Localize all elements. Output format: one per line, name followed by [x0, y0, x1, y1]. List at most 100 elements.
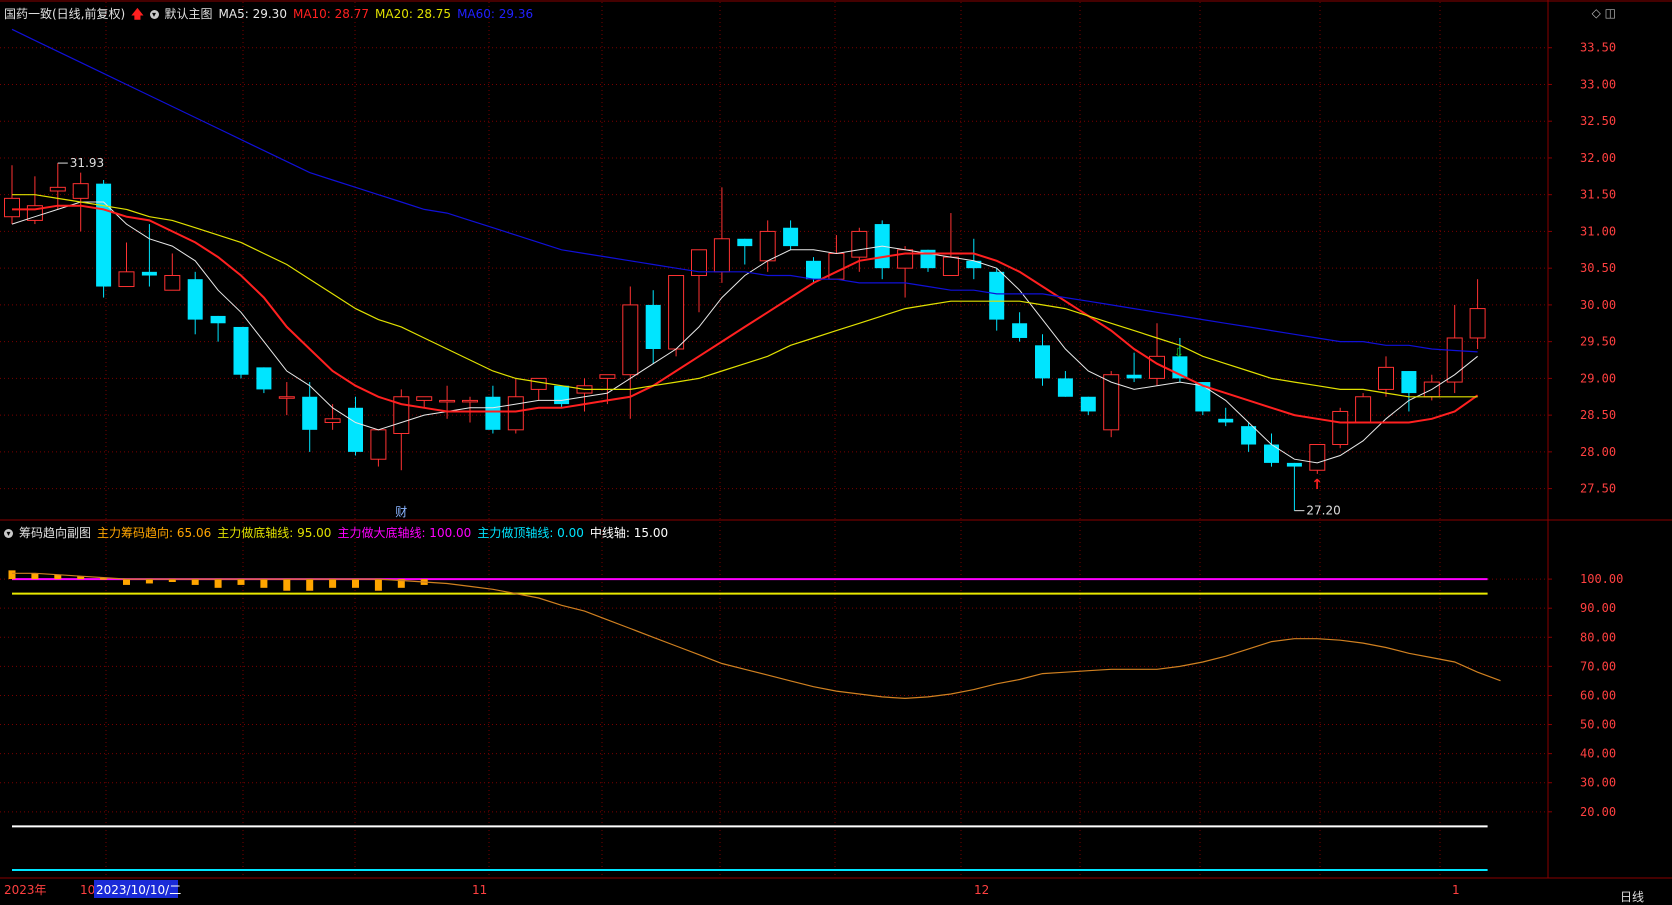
high-price-label: 31.93 — [70, 156, 104, 170]
candle-body — [302, 396, 318, 430]
candle-body — [72, 183, 89, 199]
candle-body — [599, 374, 616, 379]
stock-chart[interactable]: 31.9327.20财⇩↑ 33.5033.0032.5032.0031.503… — [0, 0, 1672, 903]
candle-body — [783, 227, 799, 247]
candle-body — [1241, 426, 1257, 445]
y-tick-label: 27.50 — [1580, 482, 1616, 496]
candle-body — [942, 256, 959, 277]
finance-marker: 财 — [395, 505, 407, 519]
candle-body — [507, 396, 524, 431]
sub-bar — [352, 579, 359, 588]
candle-body — [1264, 444, 1279, 463]
candle-body — [622, 304, 639, 376]
y-tick-label: 50.00 — [1580, 718, 1616, 732]
candle-body — [164, 275, 181, 291]
grid-layer — [0, 0, 1672, 879]
candle-body — [806, 260, 821, 280]
y-tick-label: 60.00 — [1580, 688, 1616, 702]
legend-big-bottom-axis: 主力做大底轴线: 100.00 — [337, 526, 472, 540]
sub-bar — [306, 579, 314, 591]
up-arrow-icon: 🡅 — [131, 7, 144, 21]
y-tick-label: 32.50 — [1580, 114, 1616, 128]
sell-signal-icon: ⇩ — [1174, 345, 1184, 359]
y-tick-label: 28.50 — [1580, 408, 1616, 422]
candle-body — [1286, 462, 1302, 467]
stock-title[interactable]: 国药一致(日线,前复权) — [4, 7, 125, 21]
chart-window: 31.93 27.20 财 ⇩ ↑ 33.50 33.00 32.50 32.00 31.50 3… — [0, 0, 1672, 905]
candle-body — [96, 183, 112, 287]
sub-bar — [145, 579, 153, 584]
candle-body — [187, 279, 203, 320]
ma10-label: MA10: 28.77 — [292, 7, 370, 21]
candle-body — [759, 230, 776, 262]
candle-body — [1469, 308, 1486, 339]
dropdown-circle-icon[interactable]: ▾ — [4, 529, 13, 538]
candle-body — [966, 260, 982, 269]
candle-body — [668, 275, 685, 350]
dropdown-circle-icon[interactable]: ▾ — [149, 10, 159, 19]
y-tick-label: 33.00 — [1580, 77, 1616, 91]
y-tick-label: 29.50 — [1580, 335, 1616, 349]
candle-body — [278, 396, 295, 399]
candle-body — [737, 238, 753, 247]
ma60-label: MA60: 29.36 — [457, 7, 534, 21]
candles-layer — [4, 163, 1486, 511]
candle-body — [324, 418, 341, 423]
candle-body — [1103, 374, 1120, 431]
y-tick-label: 100.00 — [1580, 572, 1623, 586]
candle-body — [554, 385, 570, 405]
candle-body — [1355, 396, 1372, 423]
sub-trend-line — [12, 572, 1501, 700]
ma-line-ma20 — [12, 194, 1478, 398]
sub-bar — [329, 579, 337, 588]
sub-chart-layer — [8, 570, 1501, 871]
candle-body — [462, 399, 478, 403]
y-tick-label: 29.00 — [1580, 371, 1616, 385]
buy-signal-icon: ↑ — [1311, 477, 1323, 493]
period-label[interactable]: 日线 — [1620, 888, 1644, 905]
candle-body — [530, 377, 547, 390]
sub-chart-title[interactable]: 筹码趋向副图 — [19, 526, 91, 540]
legend-top-axis: 主力做顶轴线: 0.00 — [477, 526, 584, 540]
y-tick-label: 31.50 — [1580, 188, 1616, 202]
candle-body — [141, 271, 157, 276]
ma-lines-layer: 31.93 27.20 财 ⇩ ↑ — [11, 28, 1479, 519]
candle-body — [1126, 374, 1142, 379]
candle-body — [370, 429, 387, 460]
y-tick-label: 30.00 — [1580, 298, 1616, 312]
sub-chart-header: ▾ 筹码趋向副图 主力筹码趋向: 65.06 主力做底轴线: 95.00 主力做大底轴线… — [4, 526, 674, 540]
candle-body — [439, 399, 456, 403]
candle-body — [485, 396, 501, 430]
candle-body — [1401, 371, 1417, 394]
y-tick-label: 32.00 — [1580, 151, 1616, 165]
main-chart-label[interactable]: 默认主图 — [165, 7, 213, 21]
candle-body — [1309, 444, 1326, 471]
candle-body — [233, 326, 249, 375]
x-tick-label: 12 — [974, 883, 989, 897]
candle-body — [210, 315, 226, 324]
window-buttons: ◇ ◫ — [1592, 6, 1616, 20]
candle-body — [645, 304, 661, 349]
axis-layer: 33.50 33.00 32.50 32.00 31.50 31.00 30.50 30.00… — [4, 41, 1623, 898]
y-tick-label: 31.00 — [1580, 224, 1616, 238]
y-tick-label: 90.00 — [1580, 601, 1616, 615]
candle-body — [1332, 410, 1349, 446]
candle-body — [49, 186, 66, 192]
main-chart-header: 国药一致(日线,前复权) 🡅 ▾ 默认主图 MA5: 29.30 MA10: 28.77 M… — [4, 7, 539, 21]
sub-bar — [374, 579, 382, 591]
y-tick-label: 30.50 — [1580, 261, 1616, 275]
candle-body — [851, 230, 868, 258]
sub-bar — [237, 579, 245, 585]
candle-body — [1012, 323, 1028, 338]
x-tick-label: 10 — [80, 883, 95, 897]
candle-body — [256, 367, 272, 390]
x-tick-label: 11 — [472, 883, 487, 897]
diamond-icon[interactable]: ◇ — [1592, 6, 1601, 20]
candle-body — [118, 271, 135, 288]
ma20-label: MA20: 28.75 — [375, 7, 452, 21]
y-tick-label: 33.50 — [1580, 41, 1616, 55]
window-toggle-icon[interactable]: ◫ — [1605, 6, 1616, 20]
sub-bar — [8, 570, 16, 580]
sub-bar — [31, 573, 39, 580]
candle-body — [1378, 366, 1394, 390]
